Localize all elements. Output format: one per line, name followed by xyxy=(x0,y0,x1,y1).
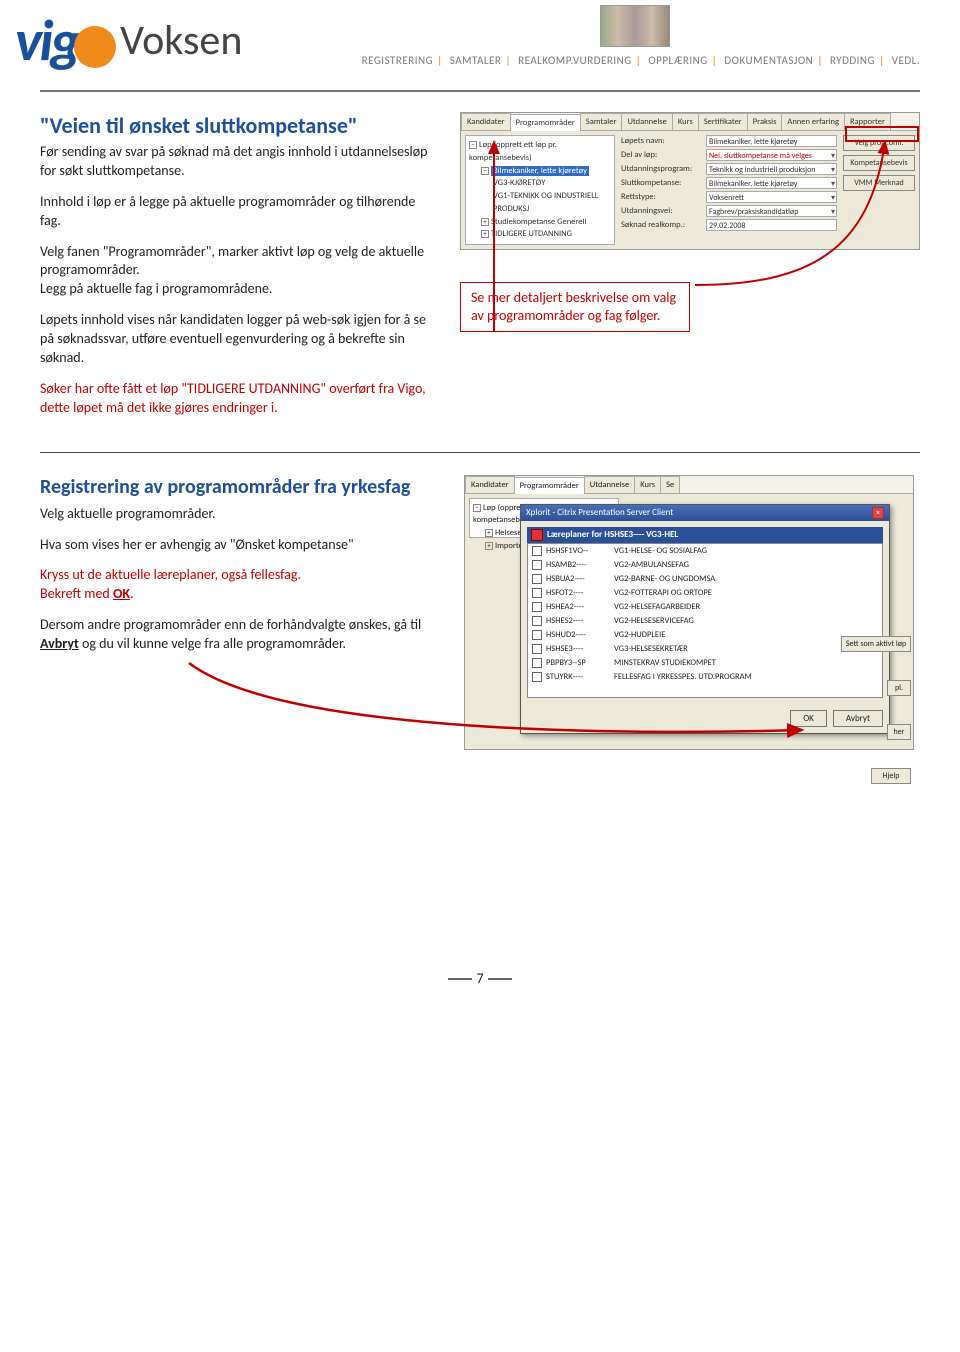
field-utdanningsprogram[interactable]: Teknikk og industriell produksjon xyxy=(706,163,837,175)
checkbox[interactable] xyxy=(532,588,542,598)
checkbox[interactable] xyxy=(532,616,542,626)
tab-praksis[interactable]: Praksis xyxy=(747,113,783,130)
tree-expand-icon[interactable]: + xyxy=(485,542,493,550)
section2-p5: Dersom andre programområder enn de forhå… xyxy=(40,616,440,654)
tab-se[interactable]: Se xyxy=(660,476,680,493)
checkbox[interactable] xyxy=(532,672,542,682)
laereplan-row[interactable]: HSHUD2----VG2-HUDPLEIE xyxy=(528,628,882,642)
tree-expand-icon[interactable]: − xyxy=(473,504,481,512)
page-header: vig Voksen REGISTRERING| SAMTALER| REALK… xyxy=(40,10,920,90)
header-nav: REGISTRERING| SAMTALER| REALKOMP.VURDERI… xyxy=(362,54,920,67)
vmm-merknad-button[interactable]: VMM Merknad xyxy=(843,175,915,191)
sett-aktivt-lop-button[interactable]: Sett som aktivt løp xyxy=(841,636,911,652)
tree-item[interactable]: VG1-TEKNIKK OG INDUSTRIELL PRODUKSJ xyxy=(469,190,611,216)
tree-item[interactable]: Studiekompetanse Generell xyxy=(491,217,586,227)
tree-expand-icon[interactable]: − xyxy=(481,167,489,175)
checkbox[interactable] xyxy=(532,560,542,570)
section1-title: "Veien til ønsket sluttkompetanse" xyxy=(40,112,436,139)
laereplan-row[interactable]: HSHES2----VG2-HELSESERVICEFAG xyxy=(528,614,882,628)
section2-title: Registrering av programområder fra yrkes… xyxy=(40,475,440,499)
book-icon xyxy=(531,529,543,541)
checkbox[interactable] xyxy=(532,644,542,654)
tab-kurs[interactable]: Kurs xyxy=(634,476,661,493)
laereplan-row[interactable]: HSBUA2----VG2-BARNE- OG UNGDOMSA xyxy=(528,572,882,586)
laereplaner-dialog: Xplorit - Citrix Presentation Server Cli… xyxy=(520,504,890,734)
page-footer: 7 xyxy=(40,970,920,987)
her-button[interactable]: her xyxy=(887,724,911,740)
shot1-tree[interactable]: −Løp (opprett ett løp pr. kompetansebevi… xyxy=(465,135,615,245)
tab-annen-erfaring[interactable]: Annen erfaring xyxy=(781,113,845,130)
tab-kandidater[interactable]: Kandidater xyxy=(461,113,511,130)
checkbox[interactable] xyxy=(532,630,542,640)
laereplaner-header: Læreplaner for HSHSE3---- VG3-HEL xyxy=(527,527,883,543)
section2-p2: Hva som vises her er avhengig av "Ønsket… xyxy=(40,536,440,555)
header-photo-strip xyxy=(600,5,670,47)
laereplan-row[interactable]: PBPBY3--SPMINSTEKRAV STUDIEKOMPET xyxy=(528,656,882,670)
screenshot-programomrader: Kandidater Programområder Samtaler Utdan… xyxy=(460,112,920,250)
section1-p3: Velg fanen "Programområder", marker akti… xyxy=(40,243,436,300)
tab-sertifikater[interactable]: Sertifikater xyxy=(698,113,748,130)
field-del-av-lop[interactable]: Nei, sluttkompetanse må velges xyxy=(706,149,837,161)
laereplan-row[interactable]: STUYRK----FELLESFAG I YRKESSPES. UTD.PRO… xyxy=(528,670,882,684)
section1-p2: Innhold i løp er å legge på aktuelle pro… xyxy=(40,193,436,231)
tree-expand-icon[interactable]: + xyxy=(481,230,489,238)
tab-utdannelse[interactable]: Utdannelse xyxy=(584,476,635,493)
laereplan-row[interactable]: HSAMB2----VG2-AMBULANSEFAG xyxy=(528,558,882,572)
page-number: 7 xyxy=(476,970,483,987)
tree-item[interactable]: TIDLIGERE UTDANNING xyxy=(491,229,572,239)
tab-samtaler[interactable]: Samtaler xyxy=(580,113,623,130)
tree-expand-icon[interactable]: + xyxy=(481,218,489,226)
tree-item-selected[interactable]: Bilmekaniker, lette kjøretøy xyxy=(491,166,589,176)
section1-p4: Løpets innhold vises når kandidaten logg… xyxy=(40,311,436,368)
field-lopets-navn[interactable]: Bilmekaniker, lette kjøretøy xyxy=(706,135,837,147)
laereplan-row[interactable]: HSFOT2----VG2-FOTTERAPI OG ORTOPE xyxy=(528,586,882,600)
checkbox[interactable] xyxy=(532,658,542,668)
tab-kurs[interactable]: Kurs xyxy=(672,113,699,130)
tab-programomrader[interactable]: Programområder xyxy=(510,114,581,131)
section2-p1: Velg aktuelle programområder. xyxy=(40,505,440,524)
shot1-fields: Løpets navn:Bilmekaniker, lette kjøretøy… xyxy=(621,135,837,245)
checkbox[interactable] xyxy=(532,574,542,584)
pl-button[interactable]: pl. xyxy=(887,680,911,696)
screenshot-laereplaner: Kandidater Programområder Utdannelse Kur… xyxy=(464,475,914,750)
tab-programomrader[interactable]: Programområder xyxy=(514,477,585,494)
laereplan-row[interactable]: HSHSF1VO--VG1-HELSE- OG SOSIALFAG xyxy=(528,544,882,558)
tree-expand-icon[interactable]: − xyxy=(469,141,477,149)
ok-button[interactable]: OK xyxy=(790,710,827,727)
red-info-box: Se mer detaljert beskrivelse om valg av … xyxy=(460,282,690,332)
dialog-title: Xplorit - Citrix Presentation Server Cli… xyxy=(526,507,673,519)
checkbox[interactable] xyxy=(532,602,542,612)
tree-expand-icon[interactable]: + xyxy=(485,529,493,537)
field-utdanningsvei[interactable]: Fagbrev/praksiskandidatløp xyxy=(706,205,837,217)
laereplan-row[interactable]: HSHEA2----VG2-HELSEFAGARBEIDER xyxy=(528,600,882,614)
section1-p1: Før sending av svar på søknad må det ang… xyxy=(40,143,436,181)
logo: vig Voksen xyxy=(15,5,242,76)
field-sluttkompetanse[interactable]: Bilmekaniker, lette kjøretøy xyxy=(706,177,837,189)
laereplaner-list[interactable]: HSHSF1VO--VG1-HELSE- OG SOSIALFAGHSAMB2-… xyxy=(527,543,883,698)
field-soknad-realkomp[interactable]: 29.02.2008 xyxy=(706,219,837,231)
checkbox[interactable] xyxy=(532,546,542,556)
tab-utdannelse[interactable]: Utdannelse xyxy=(621,113,672,130)
section1-p5-warning: Søker har ofte fått et løp "TIDLIGERE UT… xyxy=(40,380,436,418)
highlight-velg-progromr xyxy=(845,126,919,142)
tab-kandidater[interactable]: Kandidater xyxy=(465,476,515,493)
hjelp-button[interactable]: Hjelp xyxy=(871,768,911,784)
kompetansebevis-button[interactable]: Kompetansebevis xyxy=(843,155,915,171)
close-icon[interactable]: × xyxy=(872,507,884,519)
laereplan-row[interactable]: HSHSE3----VG3-HELSESEKRETÆR xyxy=(528,642,882,656)
field-rettstype[interactable]: Voksenrett xyxy=(706,191,837,203)
section2-p3: Kryss ut de aktuelle læreplaner, også fe… xyxy=(40,566,440,604)
tree-item[interactable]: VG3-KJØRETØY xyxy=(469,177,611,190)
